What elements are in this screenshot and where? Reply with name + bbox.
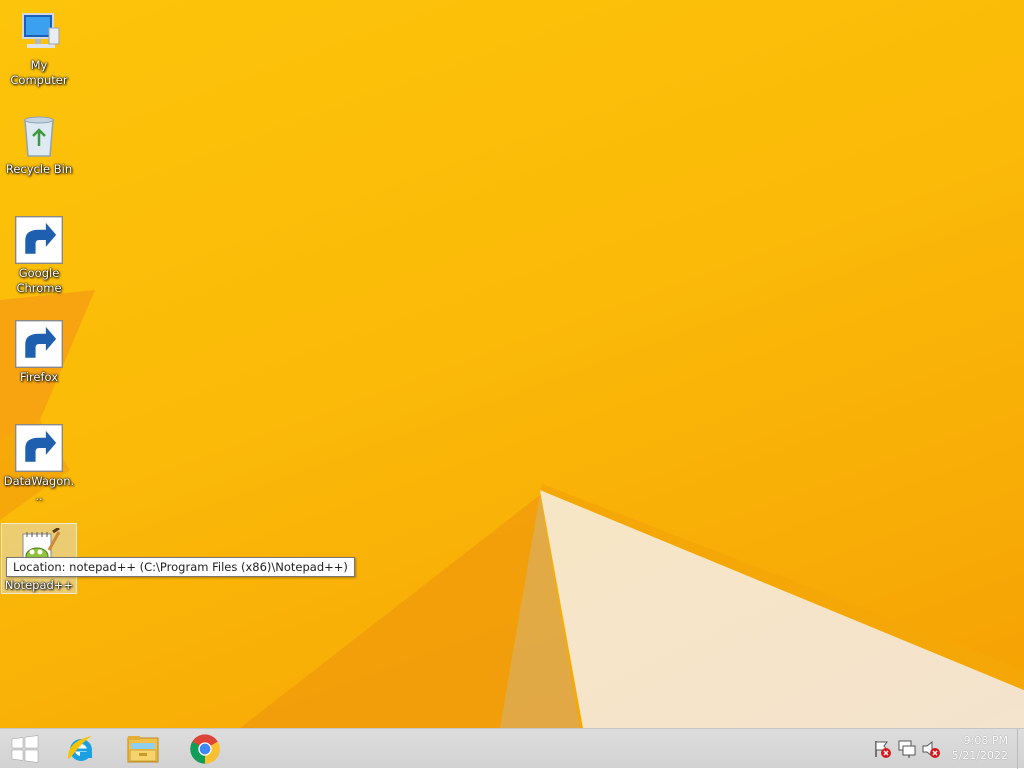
icon-tooltip: Location: notepad++ (C:\Program Files (x… <box>6 557 355 577</box>
chrome-icon <box>15 216 63 264</box>
desktop-icon-recycle-bin[interactable]: Recycle Bin <box>2 108 76 177</box>
clock-date: 5/21/2022 <box>951 749 1008 762</box>
taskbar-internet-explorer-button[interactable] <box>52 729 110 769</box>
taskbar: 9:08 PM 5/21/2022 <box>0 728 1024 769</box>
windows-logo-icon <box>11 735 39 763</box>
shortcut-arrow-icon <box>15 320 63 368</box>
desktop[interactable]: My Computer Recycle Bin Google Chrome Fi… <box>0 0 1024 728</box>
desktop-icon-label: DataWagon... <box>3 474 75 503</box>
desktop-icon-my-computer[interactable]: My Computer <box>2 4 76 88</box>
taskbar-google-chrome-button[interactable] <box>176 729 234 769</box>
start-button[interactable] <box>0 729 50 769</box>
datawagon-icon <box>15 424 63 472</box>
chrome-icon <box>190 734 220 764</box>
volume-muted-icon[interactable] <box>921 739 941 759</box>
desktop-icon-label: Firefox <box>19 370 59 384</box>
desktop-icon-google-chrome[interactable]: Google Chrome <box>2 212 76 296</box>
desktop-icon-firefox[interactable]: Firefox <box>2 316 76 385</box>
desktop-icon-label: Google Chrome <box>16 266 62 295</box>
action-center-flag-icon[interactable] <box>872 739 892 759</box>
internet-explorer-icon <box>67 736 92 761</box>
show-desktop-button[interactable] <box>1017 729 1024 769</box>
wallpaper <box>0 290 1024 728</box>
file-explorer-icon <box>127 736 159 763</box>
clock-time: 9:08 PM <box>963 734 1008 747</box>
desktop-icon-label: Notepad++ <box>4 578 74 592</box>
recycle-bin-icon <box>15 112 63 160</box>
computer-icon <box>15 8 63 56</box>
network-icon[interactable] <box>897 739 917 759</box>
system-clock[interactable]: 9:08 PM 5/21/2022 <box>952 733 1008 763</box>
shortcut-arrow-icon <box>15 424 63 472</box>
shortcut-arrow-icon <box>15 216 63 264</box>
desktop-icon-datawagon[interactable]: DataWagon... <box>2 420 76 504</box>
taskbar-file-explorer-button[interactable] <box>114 729 172 769</box>
desktop-icon-label: Recycle Bin <box>5 162 73 176</box>
desktop-icon-label: My Computer <box>10 58 68 87</box>
firefox-icon <box>15 320 63 368</box>
